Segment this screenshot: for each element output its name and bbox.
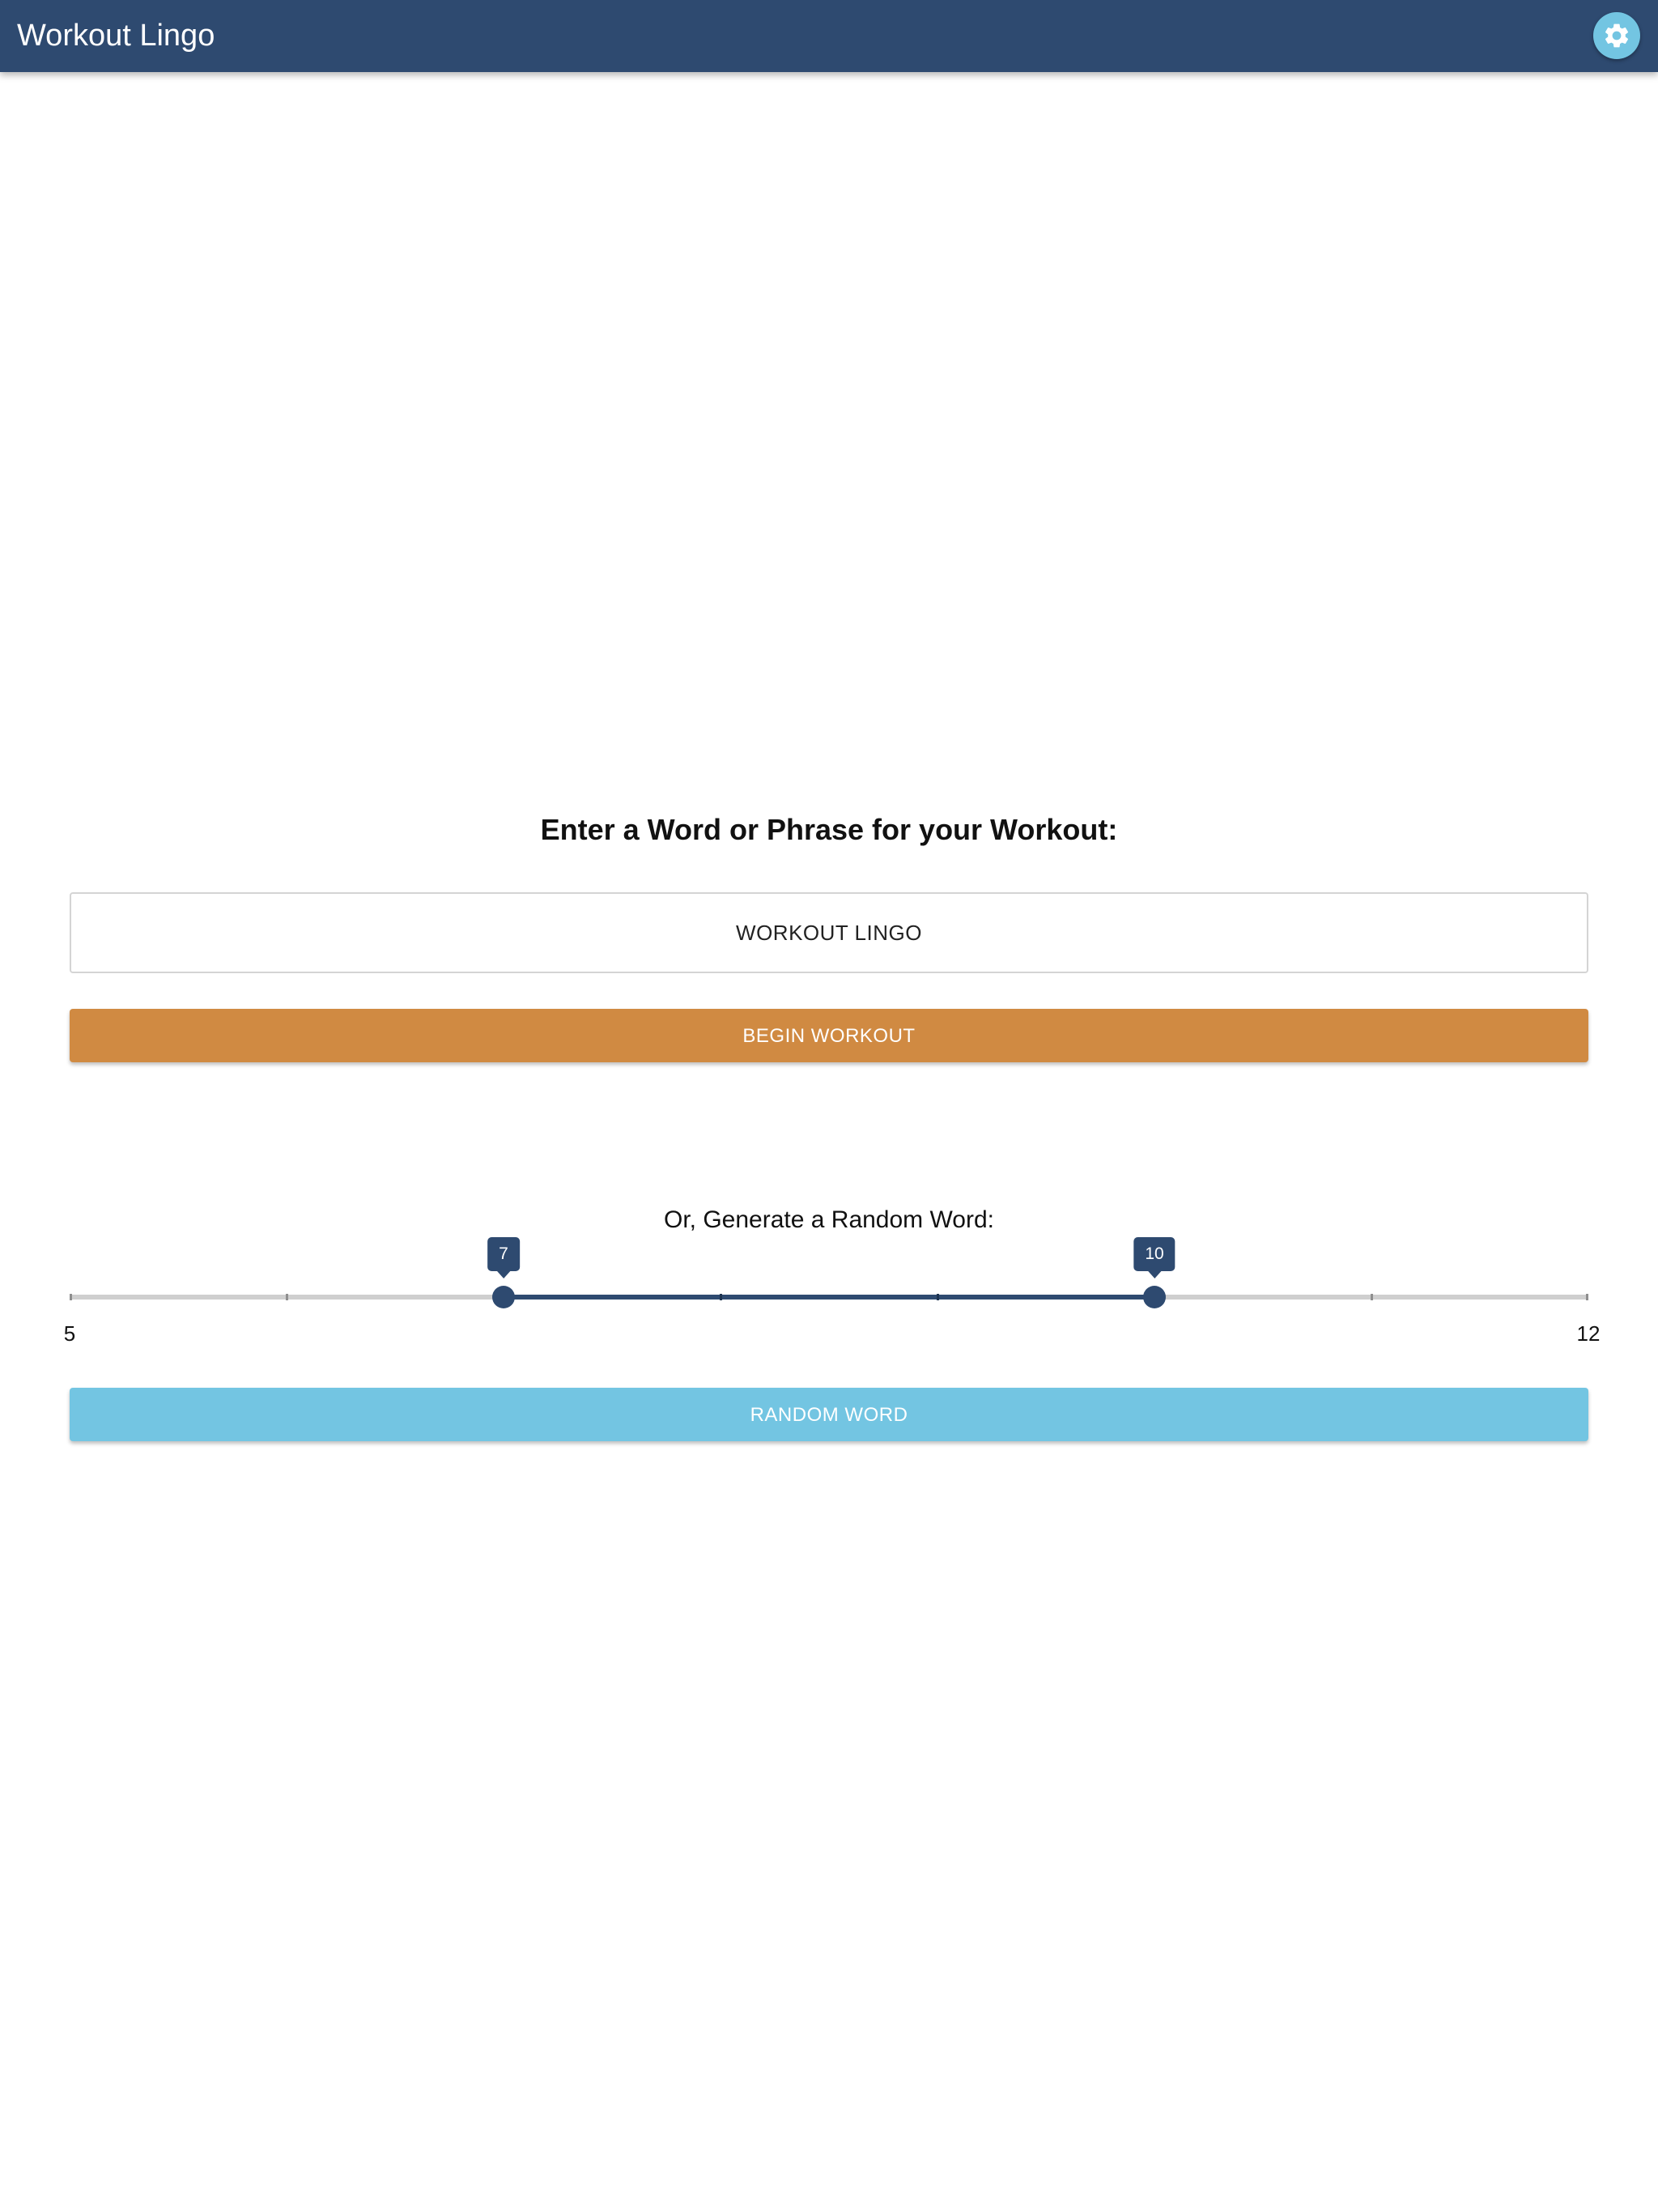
random-word-button[interactable]: RANDOM WORD xyxy=(70,1388,1588,1441)
gear-icon xyxy=(1605,23,1629,48)
slider-min-label: 5 xyxy=(63,1321,76,1346)
slider-tick xyxy=(70,1294,72,1300)
slider-tick xyxy=(719,1294,722,1300)
slider-low-value-bubble: 7 xyxy=(487,1237,520,1278)
slider-low-thumb[interactable] xyxy=(492,1286,515,1308)
slider-tick xyxy=(285,1294,288,1300)
slider-high-value-bubble: 10 xyxy=(1133,1237,1175,1278)
settings-button[interactable] xyxy=(1593,12,1640,59)
app-bar: Workout Lingo xyxy=(0,0,1658,72)
random-word-heading: Or, Generate a Random Word: xyxy=(664,1206,994,1233)
slider-high-thumb[interactable] xyxy=(1143,1286,1166,1308)
slider-tick xyxy=(1370,1294,1373,1300)
slider-tick xyxy=(1586,1294,1588,1300)
phrase-heading: Enter a Word or Phrase for your Workout: xyxy=(540,813,1118,846)
app-title: Workout Lingo xyxy=(17,19,215,53)
slider-max-label: 12 xyxy=(1576,1321,1601,1346)
word-length-slider[interactable]: 7 10 5 12 xyxy=(64,1231,1600,1352)
slider-selected-range xyxy=(504,1295,1154,1300)
begin-workout-button[interactable]: BEGIN WORKOUT xyxy=(70,1009,1588,1062)
slider-tick xyxy=(936,1294,939,1300)
phrase-input[interactable] xyxy=(70,892,1588,973)
